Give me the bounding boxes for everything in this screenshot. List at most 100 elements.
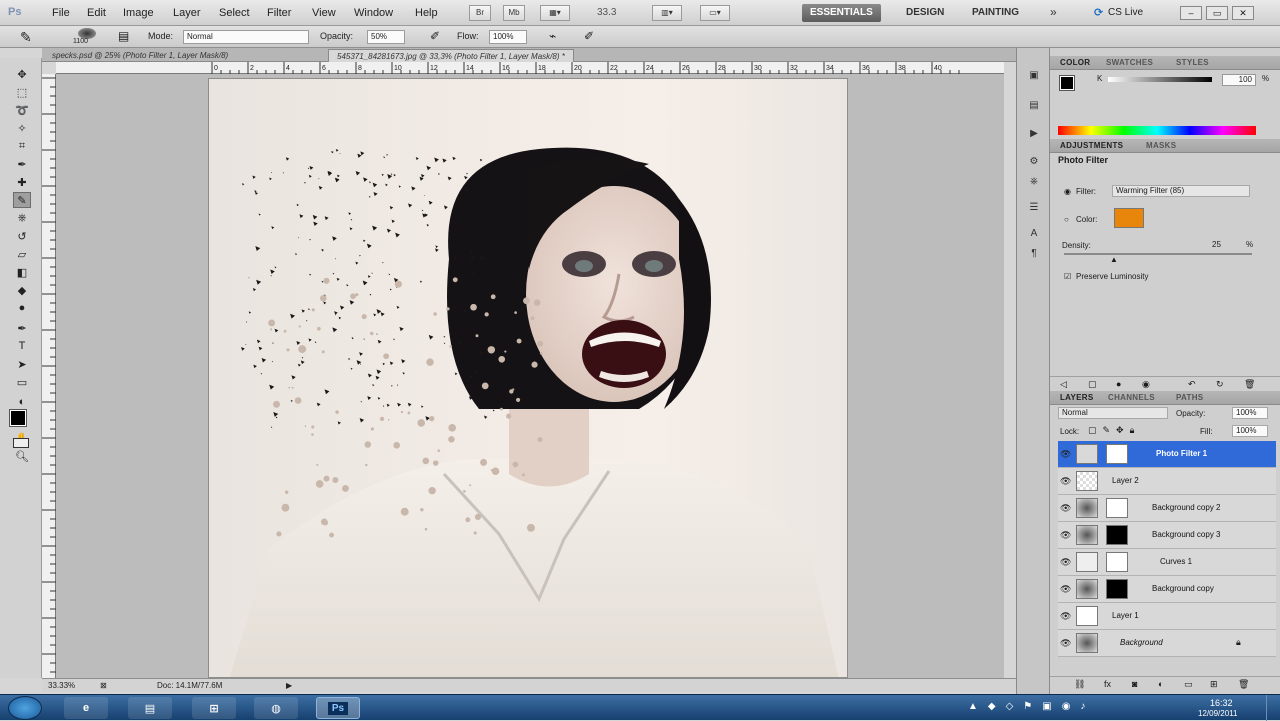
quick-select-tool-icon[interactable]: ✧ [13,120,31,136]
eraser-tool-icon[interactable]: ▱ [13,246,31,262]
delete-layer-icon[interactable]: 🗑︎ [1238,679,1249,690]
visibility-eye-icon[interactable]: 👁︎ [1060,503,1071,514]
brush-presets-panel-icon[interactable]: ⚙ [1026,156,1042,170]
adjustment-back-icon[interactable]: ◁ [1060,379,1067,390]
photoshop-taskbar-button[interactable]: Ps [316,697,360,719]
restore-button[interactable]: ▭ [1206,6,1228,20]
status-menu-arrow-icon[interactable]: ▶ [286,681,292,690]
view-extras-button[interactable]: ▦▾ [540,5,570,21]
menu-image[interactable]: Image [123,7,154,19]
add-mask-icon[interactable]: ◙ [1132,679,1137,689]
adjustment-delete-icon[interactable]: 🗑︎ [1244,379,1255,390]
airbrush-icon[interactable]: ⌁ [549,29,556,43]
dodge-tool-icon[interactable]: ● [13,300,31,316]
menu-filter[interactable]: Filter [267,7,291,19]
layer-name[interactable]: Background copy 3 [1152,530,1221,539]
layer-name[interactable]: Photo Filter 1 [1156,449,1207,458]
zoom-tool-icon[interactable]: 🔍︎ [13,448,31,464]
start-button[interactable] [8,696,42,720]
tab-layers[interactable]: LAYERS [1060,393,1094,402]
layer-row-curves-1[interactable]: 👁︎ Curves 1 [1058,549,1276,576]
show-desktop-button[interactable] [1266,695,1280,721]
move-tool-icon[interactable]: ✥ [13,66,31,82]
layer-mask-thumbnail[interactable] [1106,579,1128,599]
tool-presets-panel-icon[interactable]: ☰ [1026,202,1042,216]
canvas-area[interactable] [56,74,1004,678]
layer-opacity-input[interactable]: 100% [1232,407,1268,419]
menu-select[interactable]: Select [219,7,250,19]
layer-name[interactable]: Layer 2 [1112,476,1139,485]
tab-active-document[interactable]: 545371_84281673.jpg @ 33,3% (Photo Filte… [328,49,574,62]
mode-select[interactable]: Normal [183,30,309,44]
visibility-eye-icon[interactable]: 👁︎ [1060,584,1071,595]
menu-view[interactable]: View [312,7,336,19]
layer-row-photo-filter-1[interactable]: 👁︎ Photo Filter 1 [1058,441,1276,468]
marquee-tool-icon[interactable]: ⬚ [13,84,31,100]
layer-row-background-copy-3[interactable]: 👁︎ Background copy 3 [1058,522,1276,549]
layer-name[interactable]: Background copy 2 [1152,503,1221,512]
visibility-eye-icon[interactable]: 👁︎ [1060,638,1071,649]
cs-live-icon[interactable]: ⟳ [1094,6,1103,19]
color-radio-icon[interactable]: ○ [1064,215,1069,224]
history-brush-tool-icon[interactable]: ↺ [13,228,31,244]
preserve-luminosity-checkbox[interactable]: ☑ [1064,272,1071,281]
new-adjustment-icon[interactable]: ◐ [1158,679,1163,689]
internet-explorer-icon[interactable]: e [64,697,108,719]
actions-panel-icon[interactable]: ▶ [1026,128,1042,142]
layer-row-layer-2[interactable]: 👁︎ Layer 2 [1058,468,1276,495]
tab-paths[interactable]: PATHS [1176,393,1203,402]
cs-live-label[interactable]: CS Live [1108,7,1143,18]
blur-tool-icon[interactable]: ◆ [13,282,31,298]
lock-icons[interactable]: ▢✎✥🔒︎ [1088,425,1140,436]
layer-row-background-copy[interactable]: 👁︎ Background copy [1058,576,1276,603]
color-foreground-swatch[interactable] [1059,75,1075,91]
layer-row-layer-1[interactable]: 👁︎ Layer 1 [1058,603,1276,630]
brush-size[interactable]: 1100 [73,38,88,45]
shape-tool-icon[interactable]: ▭ [13,374,31,390]
type-tool-icon[interactable]: T [13,338,31,354]
clone-stamp-tool-icon[interactable]: ⎈ [13,210,31,226]
workspace-essentials[interactable]: ESSENTIALS [802,4,881,22]
foreground-color-swatch[interactable] [9,409,27,427]
clock-time[interactable]: 16:32 [1210,698,1233,708]
clock-date[interactable]: 12/09/2011 [1198,709,1237,718]
document-image[interactable] [208,78,848,678]
menu-window[interactable]: Window [354,7,393,19]
status-info-icon[interactable]: ⊠ [100,681,107,690]
opacity-input[interactable]: 50% [367,30,405,44]
filter-select[interactable]: Warming Filter (85) [1112,185,1250,197]
new-group-icon[interactable]: ▭ [1184,679,1193,690]
minimize-button[interactable]: – [1180,6,1202,20]
lasso-tool-icon[interactable]: ➰ [13,102,31,118]
gradient-tool-icon[interactable]: ◧ [13,264,31,280]
visibility-eye-icon[interactable]: 👁︎ [1060,476,1071,487]
brush-tool-icon[interactable]: ✎ [20,29,32,46]
flow-input[interactable]: 100% [489,30,527,44]
layer-name[interactable]: Curves 1 [1160,557,1192,566]
eyedropper-tool-icon[interactable]: ✒ [13,156,31,172]
brush-panel-icon[interactable]: ▤ [118,29,129,43]
density-slider-thumb-icon[interactable]: ▲ [1110,255,1118,264]
adjustment-clip-icon[interactable]: ● [1116,379,1121,389]
zoom-level[interactable]: 33.3 [597,7,616,18]
layer-style-icon[interactable]: fx [1104,679,1111,689]
firefox-icon[interactable]: ◍ [254,697,298,719]
menu-file[interactable]: File [52,7,70,19]
fill-input[interactable]: 100% [1232,425,1268,437]
visibility-eye-icon[interactable]: 👁︎ [1060,611,1071,622]
mini-bridge-panel-icon[interactable]: ▣ [1026,70,1042,84]
visibility-eye-icon[interactable]: 👁︎ [1060,557,1071,568]
layer-mask-thumbnail[interactable] [1106,498,1128,518]
tab-swatches[interactable]: SWATCHES [1106,58,1153,67]
color-spectrum-ramp[interactable] [1058,126,1256,135]
status-zoom[interactable]: 33.33% [48,681,75,690]
clone-source-panel-icon[interactable]: ⎈ [1026,176,1042,190]
more-workspaces-button[interactable]: » [1050,5,1057,19]
visibility-eye-icon[interactable]: 👁︎ [1060,449,1071,460]
network-icon[interactable]: ⊞ [192,697,236,719]
tab-styles[interactable]: STYLES [1176,58,1209,67]
crop-tool-icon[interactable]: ⌗ [13,138,31,154]
density-value[interactable]: 25 [1212,240,1221,249]
character-panel-icon[interactable]: A [1026,228,1042,242]
path-select-tool-icon[interactable]: ➤ [13,356,31,372]
